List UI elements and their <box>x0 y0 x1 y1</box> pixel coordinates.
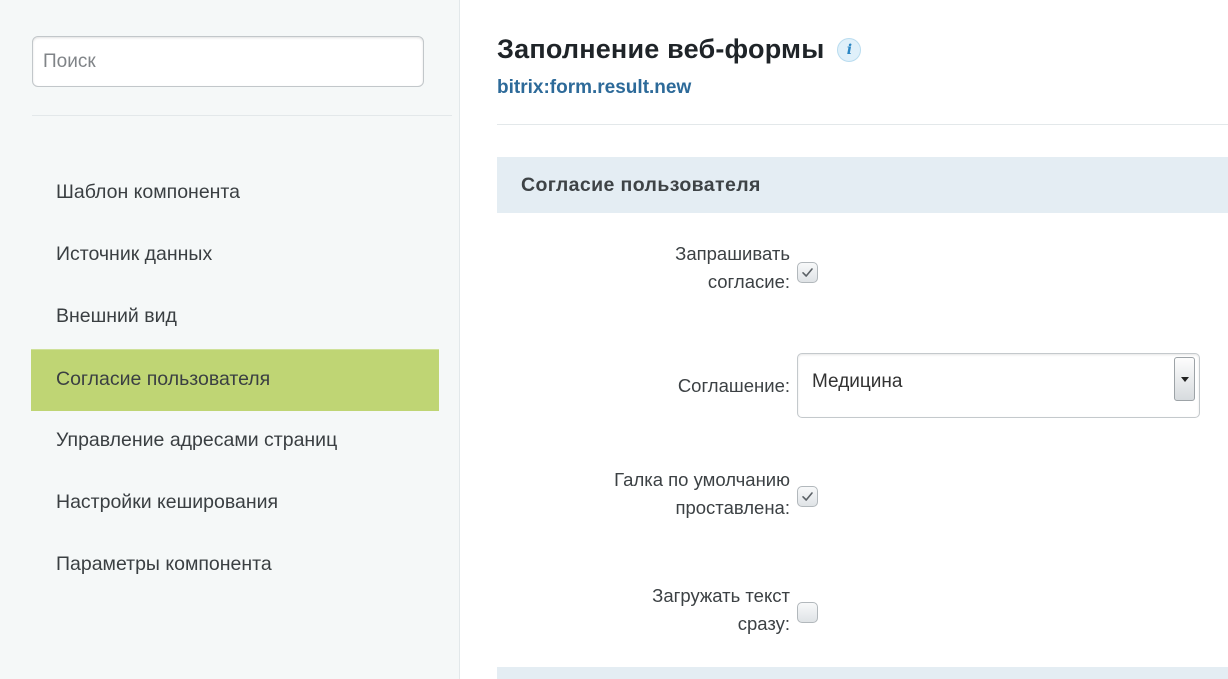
default-checked-label-line2: проставлена: <box>675 497 790 518</box>
sidebar-item-page-urls[interactable]: Управление адресами страниц <box>31 411 439 473</box>
info-icon[interactable]: i <box>837 37 862 62</box>
sidebar-item-user-consent[interactable]: Согласие пользователя <box>31 349 439 411</box>
sidebar-item-data-source[interactable]: Источник данных <box>31 225 439 287</box>
section-header-user-consent: Согласие пользователя <box>497 157 1228 213</box>
checkmark-icon <box>802 268 813 277</box>
component-id: bitrix:form.result.new <box>497 77 692 98</box>
ask-consent-label: Запрашивать согласие: <box>675 240 790 296</box>
ask-consent-label-line1: Запрашивать <box>675 243 790 264</box>
sidebar-item-component-params[interactable]: Параметры компонента <box>31 535 439 597</box>
chevron-down-icon[interactable] <box>1174 357 1195 401</box>
load-text-label-line1: Загружать текст <box>652 585 790 606</box>
ask-consent-label-line2: согласие: <box>707 271 790 292</box>
sidebar-item-appearance[interactable]: Внешний вид <box>31 287 439 349</box>
default-checked-label: Галка по умолчанию проставлена: <box>614 466 790 522</box>
page-title: Заполнение веб-формы <box>497 34 825 64</box>
sidebar-divider <box>32 115 452 116</box>
agreement-label: Соглашение: <box>677 375 790 396</box>
search-input[interactable] <box>33 37 423 86</box>
field-ask-consent: Запрашивать согласие: <box>497 240 1228 310</box>
sidebar-nav: Шаблон компонента Источник данных Внешни… <box>31 163 439 597</box>
default-checked-label-line1: Галка по умолчанию <box>614 469 790 490</box>
sidebar-item-caching[interactable]: Настройки кеширования <box>31 473 439 535</box>
load-text-checkbox[interactable] <box>797 602 818 623</box>
sidebar-item-template[interactable]: Шаблон компонента <box>31 163 439 225</box>
next-section-header <box>497 667 1228 679</box>
checkmark-icon <box>802 492 813 501</box>
agreement-select-value: Медицина <box>812 371 903 392</box>
agreement-select[interactable]: Медицина <box>797 353 1200 418</box>
main-panel: Заполнение веб-формы i bitrix:form.resul… <box>460 0 1228 679</box>
field-agreement: Соглашение: Медицина <box>497 353 1228 418</box>
field-default-checked: Галка по умолчанию проставлена: <box>497 466 1228 536</box>
field-load-text: Загружать текст сразу: <box>497 582 1228 652</box>
load-text-label: Загружать текст сразу: <box>652 582 790 638</box>
load-text-label-line2: сразу: <box>737 613 790 634</box>
search-box[interactable] <box>32 36 424 87</box>
header-divider <box>497 124 1228 125</box>
sidebar: Шаблон компонента Источник данных Внешни… <box>0 0 460 679</box>
ask-consent-checkbox[interactable] <box>797 262 818 283</box>
default-checked-checkbox[interactable] <box>797 486 818 507</box>
title-row: Заполнение веб-формы i <box>497 34 862 65</box>
